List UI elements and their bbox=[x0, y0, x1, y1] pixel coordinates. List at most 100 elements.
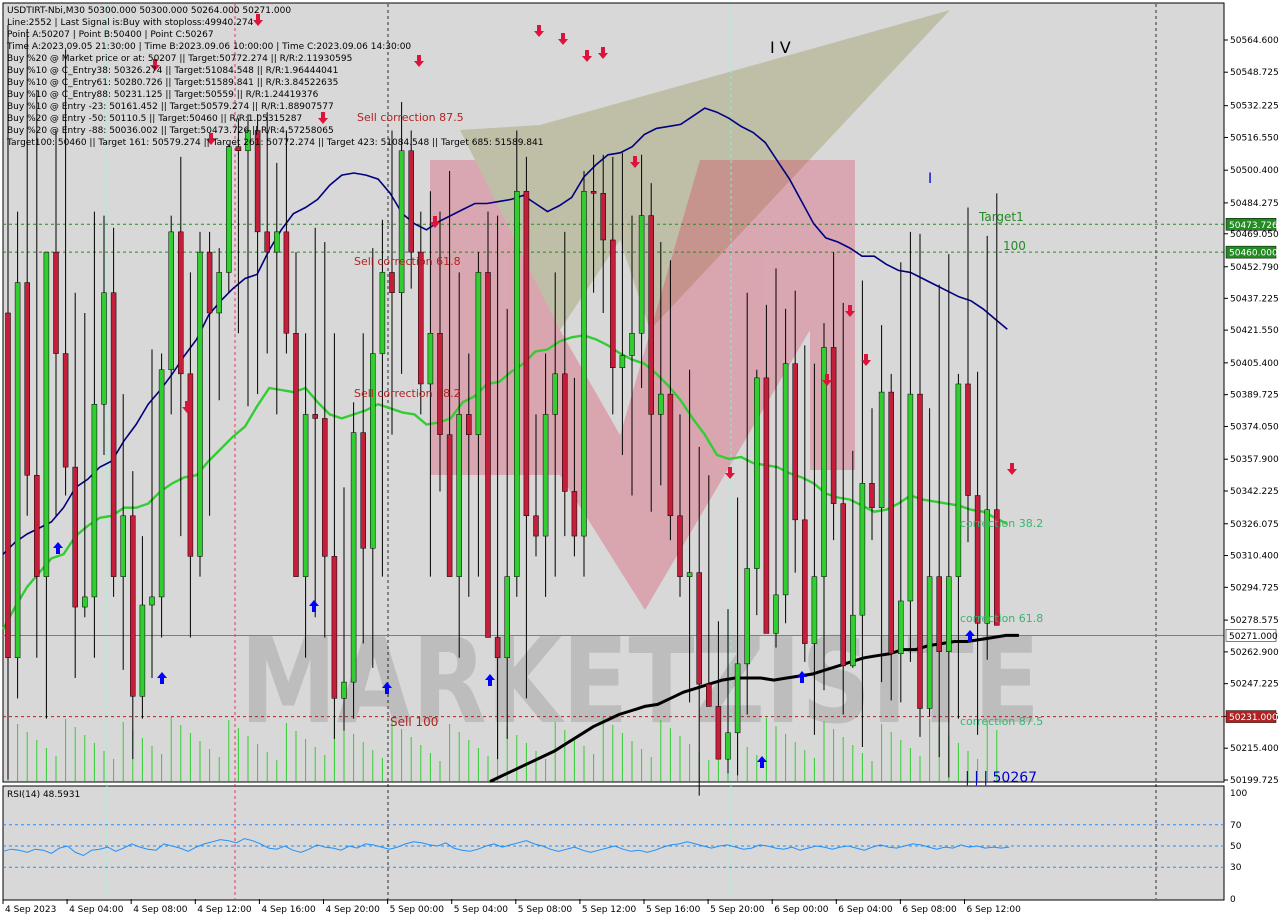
candle-body bbox=[571, 491, 578, 537]
candle-body bbox=[706, 683, 712, 707]
trading-chart[interactable]: MARKETZISITE Sell correction 87.5 Sell c… bbox=[0, 0, 1280, 920]
candle-body bbox=[840, 503, 846, 667]
candle-body bbox=[629, 333, 635, 356]
candle-body bbox=[82, 596, 88, 608]
candle-body bbox=[955, 383, 962, 577]
time-tick-label: 4 Sep 20:00 bbox=[326, 905, 381, 915]
candle-body bbox=[523, 191, 530, 517]
candle-body bbox=[456, 414, 462, 577]
candle-body bbox=[725, 732, 731, 760]
candle-body bbox=[514, 191, 520, 577]
candle-body bbox=[91, 403, 98, 598]
candle-body bbox=[475, 272, 482, 435]
candle-body bbox=[139, 604, 146, 697]
candle-body bbox=[696, 572, 702, 685]
candle-body bbox=[62, 353, 69, 468]
candle-body bbox=[965, 383, 971, 496]
sell-correction-87-label: Sell correction 87.5 bbox=[357, 111, 464, 124]
candle-body bbox=[946, 576, 952, 652]
header-line: Buy %20 @ Entry -88: 50036.002 || Target… bbox=[7, 126, 334, 136]
time-tick-label: 6 Sep 04:00 bbox=[838, 905, 893, 915]
price-tick-label: 50437.225 bbox=[1230, 294, 1279, 304]
wave-i-label: I bbox=[928, 171, 932, 187]
candle-body bbox=[754, 377, 760, 569]
candle-body bbox=[792, 363, 798, 521]
wave-iv-label: I V bbox=[770, 38, 791, 57]
candle-body bbox=[869, 483, 875, 508]
candle-body bbox=[206, 251, 213, 314]
time-tick-label: 6 Sep 12:00 bbox=[967, 905, 1022, 915]
candle-body bbox=[590, 191, 597, 194]
price-level-tag-label: 50231.000 bbox=[1229, 713, 1278, 723]
header-line: Buy %20 @ Entry -50: 50110.5 || Target:5… bbox=[7, 114, 302, 124]
candle-body bbox=[5, 312, 11, 659]
candle-body bbox=[24, 282, 30, 476]
candle-body bbox=[773, 594, 779, 634]
price-tick-label: 50357.900 bbox=[1230, 455, 1279, 465]
header-line: USDTIRT-Nbi,M30 50300.000 50300.000 5026… bbox=[7, 6, 291, 16]
price-level-tag-label: 50473.726 bbox=[1229, 221, 1278, 231]
candle-body bbox=[802, 519, 808, 644]
candle-body bbox=[494, 637, 501, 659]
header-line: Buy %20 @ Market price or at: 50207 || T… bbox=[7, 54, 352, 64]
price-tick-label: 50564.600 bbox=[1230, 36, 1279, 46]
header-line: Line:2552 | Last Signal is:Buy with stop… bbox=[7, 18, 254, 28]
price-tick-label: 50469.050 bbox=[1230, 230, 1279, 240]
candle-body bbox=[542, 414, 549, 537]
price-tick-label: 50199.725 bbox=[1230, 776, 1279, 786]
candle-body bbox=[178, 231, 184, 375]
sell-correction-61-label: Sell correction 61.8 bbox=[354, 255, 461, 268]
candle-body bbox=[744, 568, 750, 665]
candle-body bbox=[878, 391, 885, 508]
candle-body bbox=[859, 483, 866, 616]
price-tick-label: 50294.725 bbox=[1230, 583, 1279, 593]
candle-body bbox=[907, 393, 914, 602]
price-tick-label: 50247.225 bbox=[1230, 680, 1279, 690]
candle-body bbox=[936, 576, 942, 652]
rsi-tick-label: 50 bbox=[1230, 842, 1242, 852]
candle-body bbox=[600, 193, 606, 241]
candle-body bbox=[120, 515, 126, 577]
candle-body bbox=[658, 393, 664, 415]
candle-body bbox=[648, 215, 654, 415]
candle-body bbox=[581, 191, 587, 537]
candle-body bbox=[379, 272, 386, 354]
rsi-tick-label: 30 bbox=[1230, 863, 1242, 873]
header-line: Buy %10 @ C_Entry88: 50231.125 || Target… bbox=[7, 90, 319, 100]
candle-body bbox=[322, 418, 328, 557]
rsi-plot-area[interactable] bbox=[2, 785, 1225, 901]
time-tick-label: 4 Sep 04:00 bbox=[69, 905, 124, 915]
candle-body bbox=[360, 432, 366, 549]
time-tick-label: 5 Sep 20:00 bbox=[710, 905, 765, 915]
price-tick-label: 50516.550 bbox=[1230, 133, 1279, 143]
candle-body bbox=[418, 251, 424, 385]
price-tick-label: 50326.075 bbox=[1230, 520, 1279, 530]
time-tick-label: 6 Sep 00:00 bbox=[774, 905, 829, 915]
sell-correction-38-label: Sell correction 38.2 bbox=[354, 387, 461, 400]
price-tick-label: 50278.575 bbox=[1230, 616, 1279, 626]
header-line: Buy %10 @ C_Entry61: 50280.726 || Target… bbox=[7, 78, 338, 88]
time-tick-label: 4 Sep 16:00 bbox=[261, 905, 316, 915]
candle-body bbox=[350, 432, 357, 683]
price-tick-label: 50452.790 bbox=[1230, 263, 1279, 273]
rsi-label: RSI(14) 48.5931 bbox=[7, 790, 80, 800]
level-100-label: 100 bbox=[1003, 239, 1026, 253]
candle-body bbox=[686, 572, 693, 577]
price-level-tag-label: 50271.000 bbox=[1229, 632, 1278, 642]
candle-body bbox=[638, 215, 645, 334]
candle-body bbox=[398, 150, 405, 293]
candle-body bbox=[110, 292, 117, 577]
price-tick-label: 50342.225 bbox=[1230, 487, 1279, 497]
candle-body bbox=[370, 353, 376, 549]
candle-body bbox=[302, 414, 309, 577]
candle-body bbox=[888, 391, 894, 654]
header-line: Buy %10 @ Entry -23: 50161.452 || Target… bbox=[7, 102, 334, 112]
candle-body bbox=[562, 373, 568, 492]
candle-body bbox=[850, 614, 856, 667]
rsi-tick-label: 70 bbox=[1230, 821, 1242, 831]
price-tick-label: 50405.400 bbox=[1230, 359, 1279, 369]
price-level-tag-label: 50460.000 bbox=[1229, 249, 1278, 259]
candle-body bbox=[926, 576, 933, 709]
candle-body bbox=[389, 272, 395, 293]
candle-body bbox=[149, 596, 155, 606]
